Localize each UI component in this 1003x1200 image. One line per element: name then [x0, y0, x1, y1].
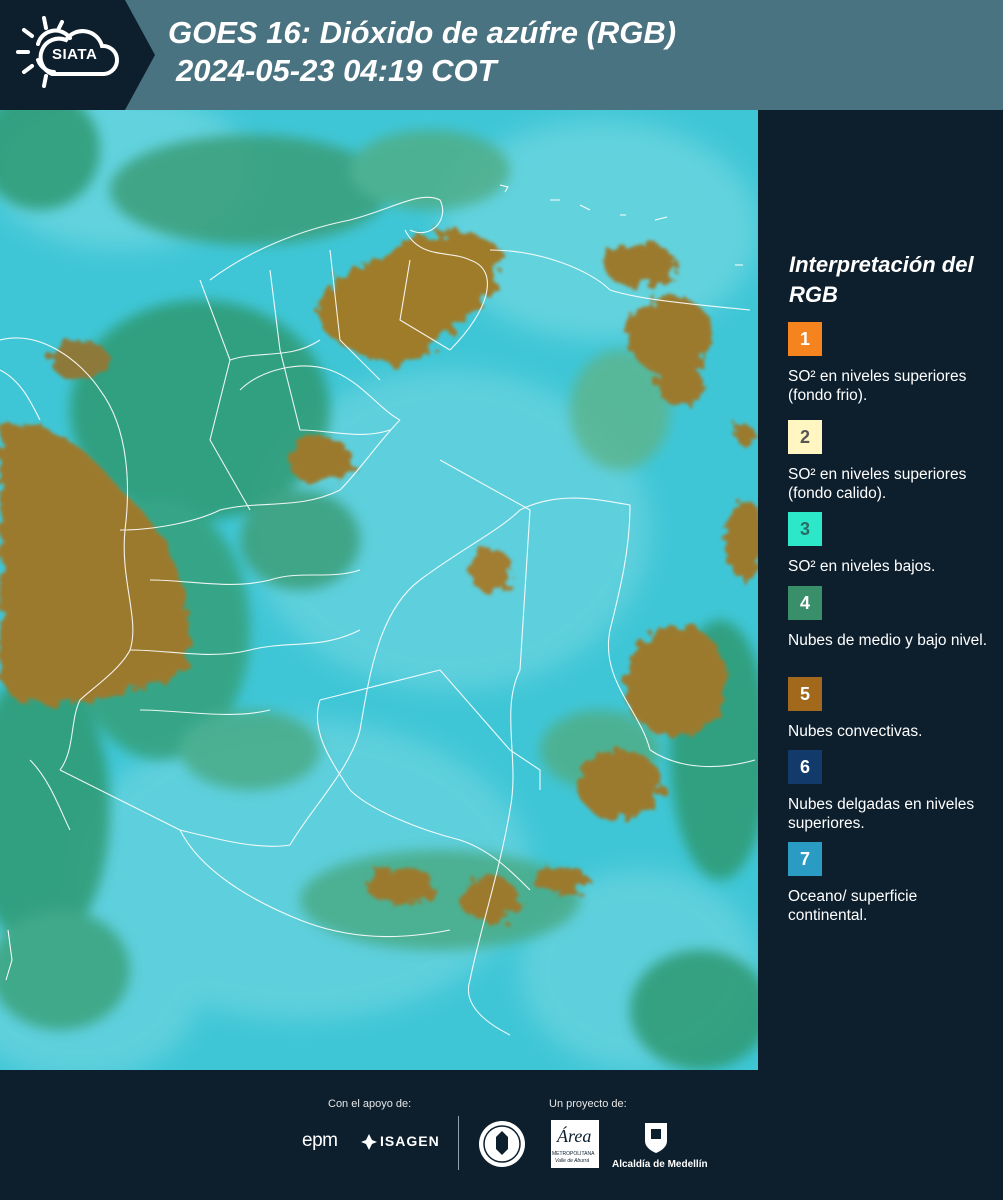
footer-divider [458, 1116, 459, 1170]
page-title: GOES 16: Dióxido de azúfre (RGB) 2024-05… [168, 14, 676, 90]
satellite-image [0, 110, 758, 1070]
medellin-seal-icon [479, 1121, 525, 1167]
alcaldia-logo-text: Alcaldía de Medellín [612, 1159, 708, 1170]
epm-logo: epm [302, 1130, 338, 1151]
legend-panel: Interpretación del RGB 1 SO² en niveles … [760, 110, 1003, 1070]
legend-swatch-3: 3 [788, 512, 822, 546]
legend-item-7: 7 Oceano/ superficie continental. [788, 842, 993, 925]
legend-swatch-7: 7 [788, 842, 822, 876]
legend-text-7: Oceano/ superficie continental. [788, 888, 918, 924]
legend-swatch-4: 4 [788, 586, 822, 620]
legend-item-1: 1 SO² en niveles superiores (fondo frio)… [788, 322, 993, 405]
satellite-map [0, 110, 758, 1070]
legend-text-1: SO² en niveles superiores (fondo frio). [788, 368, 967, 404]
area-logo-sub2: Valle de Aburrá [555, 1158, 590, 1164]
alcaldia-crest-icon [645, 1123, 667, 1153]
legend-text-4: Nubes de medio y bajo nivel. [788, 632, 988, 649]
legend-item-6: 6 Nubes delgadas en niveles superiores. [788, 750, 993, 833]
legend-item-4: 4 Nubes de medio y bajo nivel. [788, 586, 993, 669]
area-metropolitana-logo: Área METROPOLITANA Valle de Aburrá [551, 1120, 599, 1168]
isagen-logo: ISAGEN [380, 1133, 440, 1149]
legend-item-3: 3 SO² en niveles bajos. [788, 512, 993, 595]
title-line-1: GOES 16: Dióxido de azúfre (RGB) [168, 15, 677, 50]
legend-swatch-2: 2 [788, 420, 822, 454]
legend-title: Interpretación del RGB [789, 252, 974, 307]
isagen-icon [361, 1134, 377, 1150]
area-logo-sub1: METROPOLITANA [552, 1151, 595, 1157]
footer: Con el apoyo de: Un proyecto de: epm ISA… [0, 1070, 1003, 1200]
legend-text-2: SO² en niveles superiores (fondo calido)… [788, 466, 967, 502]
legend-text-6: Nubes delgadas en niveles superiores. [788, 796, 975, 832]
header-bar: SIATA GOES 16: Dióxido de azúfre (RGB) 2… [0, 0, 1003, 110]
siata-logo-text: SIATA [52, 46, 98, 63]
legend-swatch-5: 5 [788, 677, 822, 711]
support-label: Con el apoyo de: [328, 1098, 412, 1110]
project-label: Un proyecto de: [549, 1098, 627, 1110]
legend-swatch-1: 1 [788, 322, 822, 356]
legend-item-5: 5 Nubes convectivas. [788, 677, 993, 760]
siata-logo: SIATA [0, 0, 155, 110]
legend-item-2: 2 SO² en niveles superiores (fondo calid… [788, 420, 993, 503]
legend-swatch-6: 6 [788, 750, 822, 784]
title-line-2: 2024-05-23 04:19 COT [176, 53, 497, 88]
area-logo-main: Área [557, 1126, 592, 1146]
